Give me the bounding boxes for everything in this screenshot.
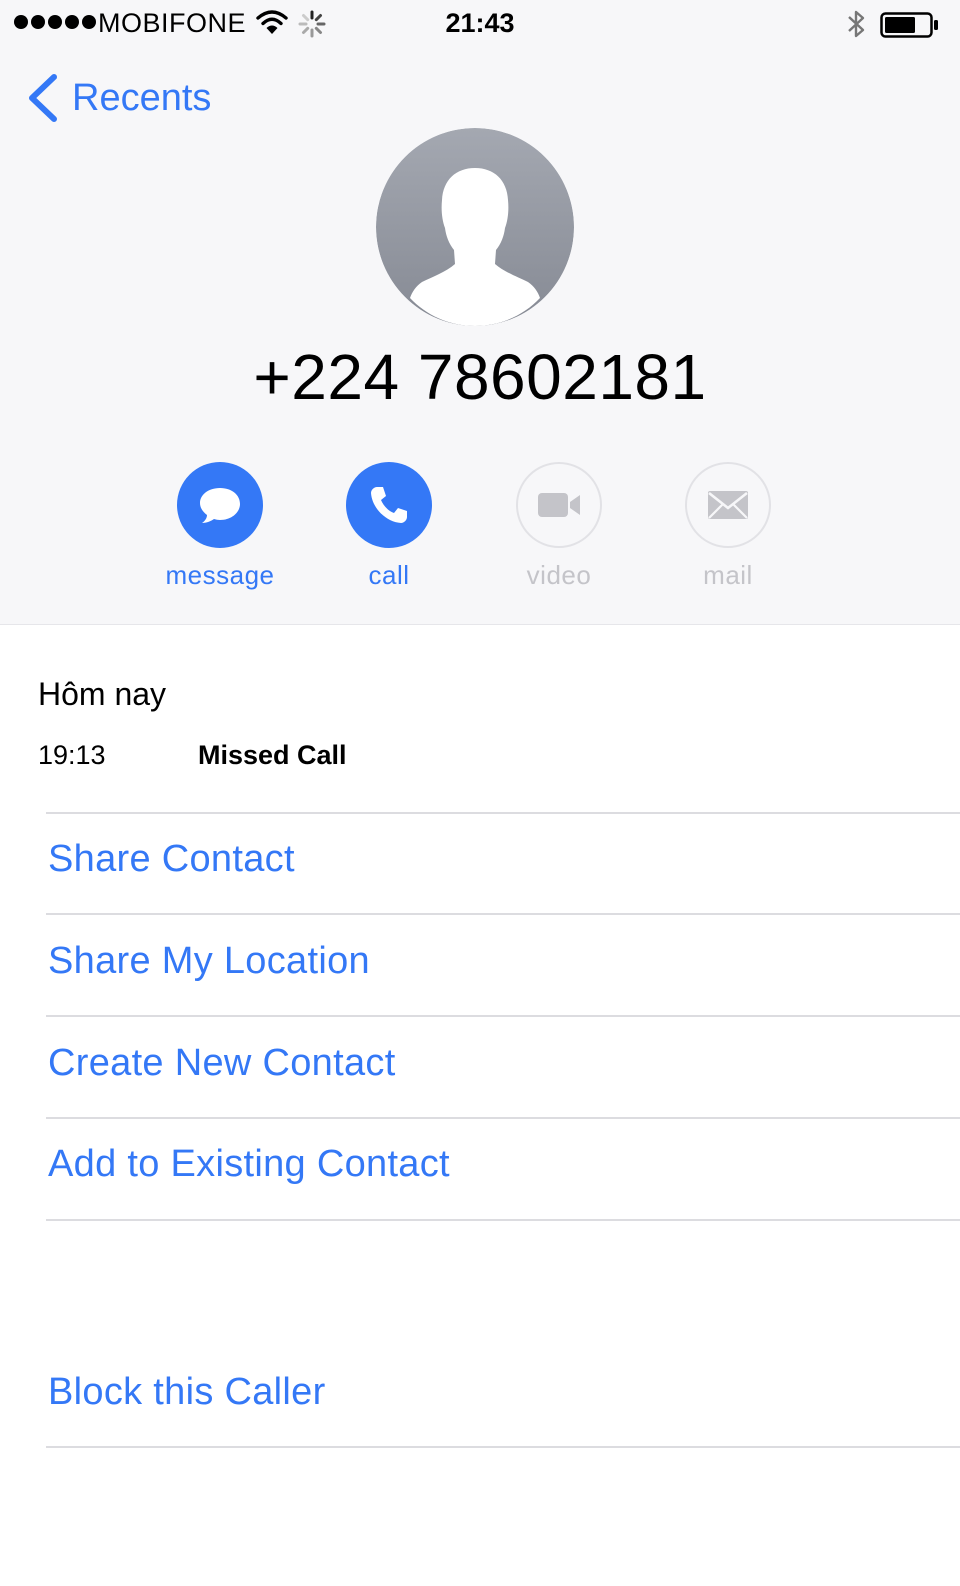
mail-action-button[interactable]: mail — [658, 462, 798, 591]
call-action-button[interactable]: call — [319, 462, 459, 591]
call-action-label: call — [368, 560, 410, 590]
divider — [46, 913, 960, 915]
history-time: 19:13 — [38, 740, 106, 770]
history-date: Hôm nay — [38, 676, 167, 712]
add-existing-contact-button[interactable]: Add to Existing Contact — [48, 1143, 450, 1186]
mail-action-circle[interactable] — [685, 462, 771, 548]
share-contact-button[interactable]: Share Contact — [48, 838, 295, 881]
contact-phone-number: +224 78602181 — [253, 341, 707, 413]
message-action-button[interactable]: message — [150, 462, 290, 591]
divider — [46, 1015, 960, 1017]
back-button[interactable]: Recents — [26, 70, 211, 126]
video-action-circle[interactable] — [516, 462, 602, 548]
history-call-type: Missed Call — [198, 740, 347, 770]
battery-icon — [880, 12, 938, 38]
phone-icon — [371, 487, 407, 523]
video-action-label: video — [526, 560, 592, 590]
divider — [46, 1219, 960, 1221]
create-contact-button[interactable]: Create New Contact — [48, 1042, 396, 1085]
video-camera-icon — [538, 493, 580, 517]
person-silhouette-icon — [376, 128, 574, 326]
contact-header: MOBIFONE 21:43 Recents +224 78602181 mes… — [0, 0, 960, 625]
back-label: Recents — [72, 76, 212, 119]
contact-avatar — [376, 128, 574, 326]
message-action-label: message — [165, 560, 275, 590]
status-bar: MOBIFONE 21:43 — [0, 0, 960, 48]
status-time: 21:43 — [445, 8, 515, 38]
divider — [46, 1446, 960, 1448]
chevron-left-icon — [29, 74, 57, 122]
message-action-circle[interactable] — [177, 462, 263, 548]
share-location-button[interactable]: Share My Location — [48, 940, 370, 983]
divider — [46, 1117, 960, 1119]
video-action-button[interactable]: video — [489, 462, 629, 591]
mail-action-label: mail — [703, 560, 753, 590]
envelope-icon — [708, 491, 748, 519]
block-caller-button[interactable]: Block this Caller — [48, 1371, 326, 1414]
call-action-circle[interactable] — [346, 462, 432, 548]
divider — [46, 812, 960, 814]
bluetooth-icon — [848, 10, 865, 38]
message-bubble-icon — [200, 488, 240, 523]
